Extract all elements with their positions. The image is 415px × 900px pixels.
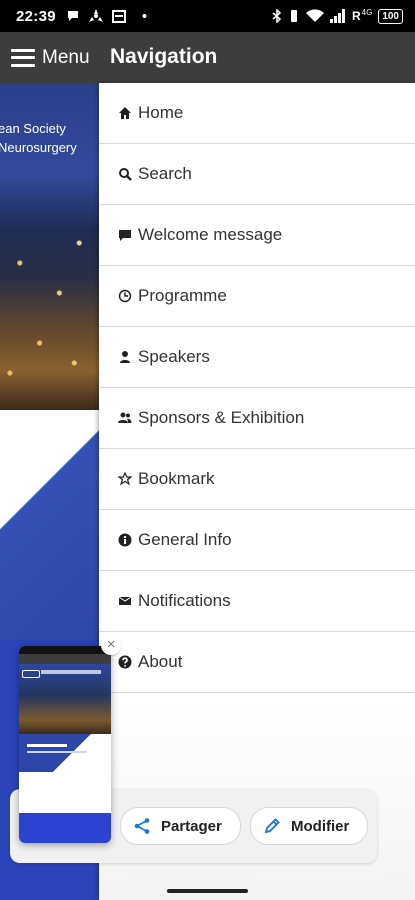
- nav-item-home[interactable]: Home: [99, 83, 415, 144]
- close-icon[interactable]: ×: [101, 635, 121, 655]
- home-gesture-bar[interactable]: [167, 889, 248, 893]
- nav-item-label: Home: [138, 103, 184, 122]
- city-lights: [0, 203, 99, 403]
- info-icon: [117, 532, 133, 548]
- hamburger-icon: [11, 48, 35, 67]
- signal-label: R: [351, 9, 361, 23]
- signal-icon: [329, 9, 345, 23]
- background-title-line2: Neurosurgery: [0, 140, 77, 155]
- nav-item-label: Sponsors & Exhibition: [138, 408, 305, 427]
- vibrate-icon: [290, 10, 297, 22]
- share-label: Partager: [161, 817, 222, 835]
- nav-item-sponsors-exhibition[interactable]: Sponsors & Exhibition: [99, 388, 415, 449]
- pencil-icon: [264, 818, 280, 834]
- edit-label: Modifier: [291, 817, 350, 835]
- nav-item-label: General Info: [138, 530, 232, 549]
- share-button[interactable]: Partager: [120, 807, 241, 845]
- nav-item-label: Welcome message: [138, 225, 283, 244]
- nav-item-programme[interactable]: Programme: [99, 266, 415, 327]
- nav-item-general-info[interactable]: General Info: [99, 510, 415, 571]
- screenshot-thumbnail[interactable]: [19, 646, 111, 843]
- nav-item-label: Bookmark: [138, 469, 215, 488]
- question-icon: [117, 654, 133, 670]
- nav-item-notifications[interactable]: Notifications: [99, 571, 415, 632]
- fan-icon: [88, 9, 103, 22]
- dot-icon: •: [141, 7, 148, 25]
- group-icon: [117, 410, 133, 426]
- thumbnail-band: [19, 734, 111, 772]
- message-icon: [117, 227, 133, 243]
- nav-item-welcome-message[interactable]: Welcome message: [99, 205, 415, 266]
- city-photo: ean Society Neurosurgery: [0, 83, 99, 410]
- nav-item-search[interactable]: Search: [99, 144, 415, 205]
- status-left-icons: •: [66, 8, 147, 25]
- nav-item-label: Programme: [138, 286, 227, 305]
- status-time: 22:39: [16, 7, 56, 25]
- wifi-icon: [305, 9, 324, 22]
- status-right-icons: R 4G 100: [272, 7, 403, 24]
- nav-item-speakers[interactable]: Speakers: [99, 327, 415, 388]
- nav-item-label: Speakers: [138, 347, 210, 366]
- status-bar: 22:39 • R 4G 100: [0, 0, 415, 32]
- home-icon: [117, 105, 133, 121]
- background-title-line1: ean Society: [0, 121, 66, 136]
- share-icon: [134, 818, 150, 834]
- menu-label: Menu: [42, 46, 90, 68]
- thumbnail-logo: [22, 670, 40, 678]
- envelope-icon: [117, 593, 133, 609]
- nav-item-label: Search: [138, 164, 192, 183]
- nav-item-about[interactable]: About: [99, 632, 415, 693]
- background-title: ean Society Neurosurgery: [0, 119, 77, 157]
- app-header: Menu Navigation: [0, 32, 415, 83]
- chat-bubble-icon: [67, 11, 78, 21]
- nav-item-label: About: [138, 652, 183, 671]
- star-icon: [117, 471, 133, 487]
- menu-button[interactable]: Menu: [0, 32, 99, 83]
- network-label: 4G: [361, 7, 373, 17]
- search-icon: [117, 166, 133, 182]
- navigation-drawer: Home Search Welcome message Programme Sp…: [99, 83, 415, 900]
- clock-icon: [117, 288, 133, 304]
- calendar-icon: [111, 10, 126, 23]
- battery-indicator: 100: [378, 8, 403, 24]
- nav-item-label: Notifications: [138, 591, 231, 610]
- bluetooth-icon: [272, 9, 282, 23]
- navigation-title: Navigation: [110, 45, 218, 68]
- person-icon: [117, 349, 133, 365]
- thumbnail-photo: [19, 664, 111, 734]
- edit-button[interactable]: Modifier: [250, 807, 368, 845]
- diagonal-blue-band: [0, 410, 99, 640]
- nav-item-bookmark[interactable]: Bookmark: [99, 449, 415, 510]
